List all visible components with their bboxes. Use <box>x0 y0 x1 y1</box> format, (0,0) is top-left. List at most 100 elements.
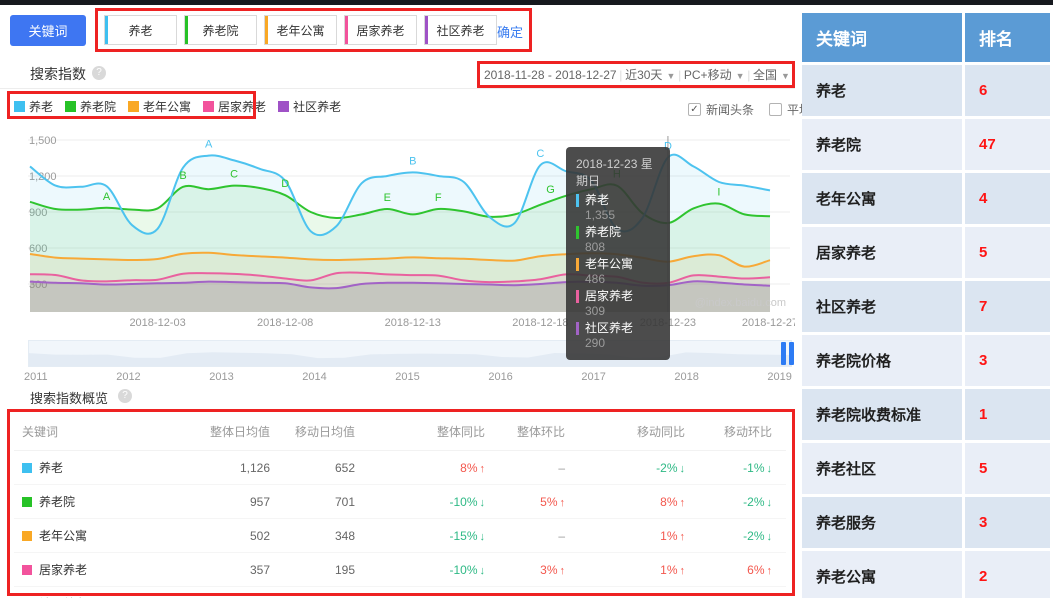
overview-change: 1%↑ <box>499 587 579 598</box>
overview-change: -10%↓ <box>369 553 499 587</box>
tooltip-series-name: 养老 <box>576 194 660 207</box>
overview-change: -15%↓ <box>369 519 499 553</box>
overview-value: 184 <box>284 587 369 598</box>
series-swatch <box>22 497 32 507</box>
tooltip-item: 老年公寓486 <box>576 258 660 286</box>
overview-value: 502 <box>184 519 284 553</box>
rank-value: 2 <box>965 551 1050 598</box>
overview-change: -2%↓ <box>699 485 786 519</box>
news-marker-B[interactable]: B <box>409 155 416 167</box>
arrow-down-icon: ↓ <box>480 497 486 509</box>
svg-text:2018-12-08: 2018-12-08 <box>257 317 313 329</box>
keyword-input[interactable]: 老年公寓 <box>264 15 337 45</box>
legend-item[interactable]: 养老院 <box>65 98 116 115</box>
overview-column-header: 整体环比 <box>499 413 579 451</box>
overview-change: 5%↑ <box>499 485 579 519</box>
legend-swatch <box>14 101 25 112</box>
overview-column-header: 移动日均值 <box>284 413 369 451</box>
checkbox-label: 新闻头条 <box>706 101 754 118</box>
news-marker-A[interactable]: A <box>205 139 213 151</box>
overview-value: 195 <box>284 553 369 587</box>
year-label: 2011 <box>24 371 48 383</box>
arrow-down-icon: ↓ <box>767 497 773 509</box>
platform-dropdown[interactable]: PC+移动▼ <box>684 66 745 83</box>
overview-row: 老年公寓502348-15%↓–1%↑-2%↓ <box>14 519 786 553</box>
date-range[interactable]: 2018-11-28 - 2018-12-27 <box>484 68 617 82</box>
news-headlines-checkbox[interactable]: ✓ 新闻头条 <box>688 101 754 118</box>
arrow-down-icon: ↓ <box>480 565 486 577</box>
tab-search-index[interactable]: 搜索指数 <box>30 64 86 93</box>
overview-value: 1,126 <box>184 451 284 485</box>
legend-item[interactable]: 居家养老 <box>203 98 266 115</box>
news-marker-G[interactable]: G <box>546 184 555 196</box>
keyword-tags: 养老 养老院老年公寓居家养老社区养老 <box>104 15 497 45</box>
news-marker-C[interactable]: C <box>536 148 544 160</box>
overview-value: 348 <box>284 519 369 553</box>
rank-column-header: 关键词 <box>802 13 962 62</box>
help-icon[interactable]: ? <box>92 66 106 80</box>
keyword-input[interactable]: 养老 <box>104 15 177 45</box>
arrow-up-icon: ↑ <box>560 497 566 509</box>
news-marker-E[interactable]: E <box>384 192 391 204</box>
news-marker-I[interactable]: I <box>717 187 720 199</box>
svg-text:2018-12-18: 2018-12-18 <box>512 317 568 329</box>
watermark: @index.baidu.com <box>695 297 786 309</box>
keyword-input[interactable]: 养老院 <box>184 15 257 45</box>
news-marker-F[interactable]: F <box>435 192 442 204</box>
chart-tooltip: 2018-12-23 星期日 养老1,355养老院808老年公寓486居家养老3… <box>566 147 670 360</box>
news-marker-C[interactable]: C <box>230 169 238 181</box>
separator: | <box>678 68 681 82</box>
overview-value: 701 <box>284 485 369 519</box>
overview-change: 1%↑ <box>579 553 699 587</box>
arrow-down-icon: ↓ <box>680 463 686 475</box>
rank-keyword: 养老 <box>802 65 962 116</box>
legend-item[interactable]: 养老 <box>14 98 53 115</box>
rank-row: 养老6 <box>802 65 1050 116</box>
keyword-button[interactable]: 关键词 <box>10 15 86 46</box>
keyword-input[interactable]: 居家养老 <box>344 15 417 45</box>
period-dropdown[interactable]: 近30天▼ <box>625 66 675 83</box>
rank-table: 关键词排名 养老6养老院47老年公寓4居家养老5社区养老7养老院价格3养老院收费… <box>799 10 1053 598</box>
news-marker-A[interactable]: A <box>103 191 111 203</box>
keyword-input[interactable]: 社区养老 <box>424 15 497 45</box>
rank-value: 3 <box>965 335 1050 386</box>
separator: | <box>619 68 622 82</box>
arrow-up-icon: ↑ <box>680 497 686 509</box>
checkbox-icon: ✓ <box>688 103 701 116</box>
confirm-link[interactable]: 确定 <box>497 22 523 41</box>
chevron-down-icon: ▼ <box>666 71 675 81</box>
slider-handle-left[interactable] <box>781 342 786 365</box>
legend-item[interactable]: 社区养老 <box>278 98 341 115</box>
news-marker-B[interactable]: B <box>179 170 186 182</box>
rank-keyword: 养老公寓 <box>802 551 962 598</box>
tooltip-series-value: 309 <box>585 304 660 318</box>
rank-row: 养老社区5 <box>802 443 1050 494</box>
region-dropdown[interactable]: 全国▼ <box>753 66 790 83</box>
svg-text:2018-12-13: 2018-12-13 <box>385 317 441 329</box>
divider <box>0 88 795 89</box>
rank-keyword: 养老服务 <box>802 497 962 548</box>
overview-change: -2%↓ <box>699 519 786 553</box>
overview-change: -10%↓ <box>369 485 499 519</box>
news-marker-D[interactable]: D <box>281 178 289 190</box>
legend-label: 养老 <box>29 98 53 115</box>
legend-item[interactable]: 老年公寓 <box>128 98 191 115</box>
help-icon[interactable]: ? <box>118 389 132 403</box>
legend-swatch <box>203 101 214 112</box>
overview-table: 关键词整体日均值移动日均值整体同比整体环比移动同比移动环比 养老1,126652… <box>14 413 786 598</box>
overview-row: 养老院957701-10%↓5%↑8%↑-2%↓ <box>14 485 786 519</box>
arrow-down-icon: ↓ <box>767 531 773 543</box>
keyword-color-accent <box>345 16 348 44</box>
slider-handle-right[interactable] <box>789 342 794 365</box>
rank-row: 社区养老7 <box>802 281 1050 332</box>
overview-change: – <box>499 519 579 553</box>
legend-label: 社区养老 <box>293 98 341 115</box>
tooltip-date: 2018-12-23 星期日 <box>576 155 660 189</box>
rank-value: 7 <box>965 281 1050 332</box>
rank-keyword: 养老院价格 <box>802 335 962 386</box>
tooltip-series-name: 社区养老 <box>576 322 660 335</box>
timeline-slider[interactable] <box>28 340 792 367</box>
rank-value: 1 <box>965 389 1050 440</box>
keyword-label: 养老 <box>128 22 152 39</box>
trend-chart[interactable]: 1,5001,200900600300ABCDABCDEFGHI2018-12-… <box>0 130 795 332</box>
